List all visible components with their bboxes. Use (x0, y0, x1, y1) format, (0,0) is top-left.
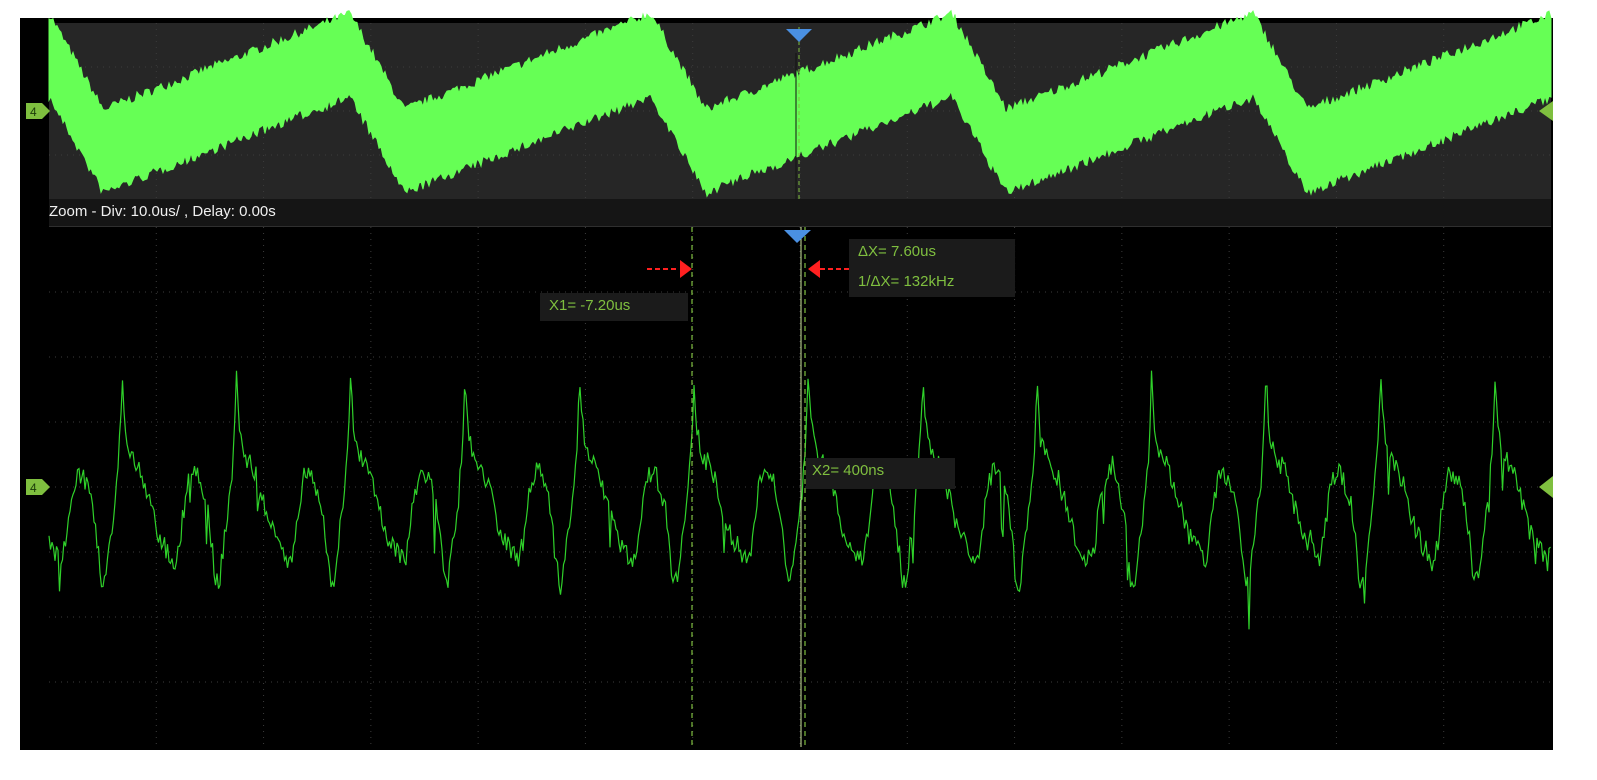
main-trigger-position-marker[interactable] (786, 29, 812, 42)
marker-overlay: 4 4 (26, 29, 1553, 498)
ch4-right-marker-zoom (1539, 476, 1553, 498)
ch4-offset-marker-main[interactable]: 4 (26, 103, 50, 119)
ch4-marker-label-zoom: 4 (30, 481, 37, 495)
ch4-marker-label-main: 4 (30, 105, 37, 119)
ch4-offset-marker-zoom[interactable]: 4 (26, 479, 50, 495)
ch4-right-marker-main (1539, 101, 1553, 121)
zoom-trigger-position-marker[interactable] (784, 230, 811, 243)
x2-arrow-icon (808, 260, 820, 278)
x1-arrow-icon (680, 260, 692, 278)
oscilloscope-display: Zoom - Div: 10.0us/ , Delay: 0.00s ΔX= 7… (20, 9, 1553, 750)
